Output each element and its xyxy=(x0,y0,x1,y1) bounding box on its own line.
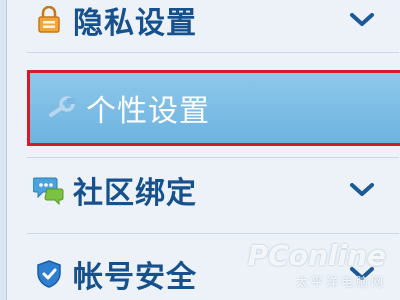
menu-item-personalization[interactable]: 个性设置 xyxy=(27,70,400,146)
menu-item-label: 社区绑定 xyxy=(73,176,197,211)
watermark-logo: PConline xyxy=(247,239,386,272)
menu-item-label: 隐私设置 xyxy=(73,6,197,41)
chevron-down-icon[interactable] xyxy=(349,10,375,30)
lock-icon xyxy=(31,4,67,36)
wrench-icon xyxy=(44,92,80,124)
app-window: 隐私设置 个性设置 社区绑定 帐号安全 PConline 太平洋电脑网 xyxy=(0,0,400,300)
chevron-down-icon[interactable] xyxy=(349,180,375,200)
menu-item-label: 帐号安全 xyxy=(73,260,197,295)
menu-item-community-binding[interactable]: 社区绑定 xyxy=(17,162,399,218)
divider xyxy=(27,52,399,53)
shield-icon xyxy=(31,258,67,290)
divider xyxy=(27,157,399,158)
watermark-subtitle: 太平洋电脑网 xyxy=(295,275,386,289)
menu-item-label: 个性设置 xyxy=(86,94,210,129)
menu-item-privacy[interactable]: 隐私设置 xyxy=(17,0,399,48)
chat-icon xyxy=(31,174,67,206)
watermark: PConline 太平洋电脑网 xyxy=(248,232,390,292)
